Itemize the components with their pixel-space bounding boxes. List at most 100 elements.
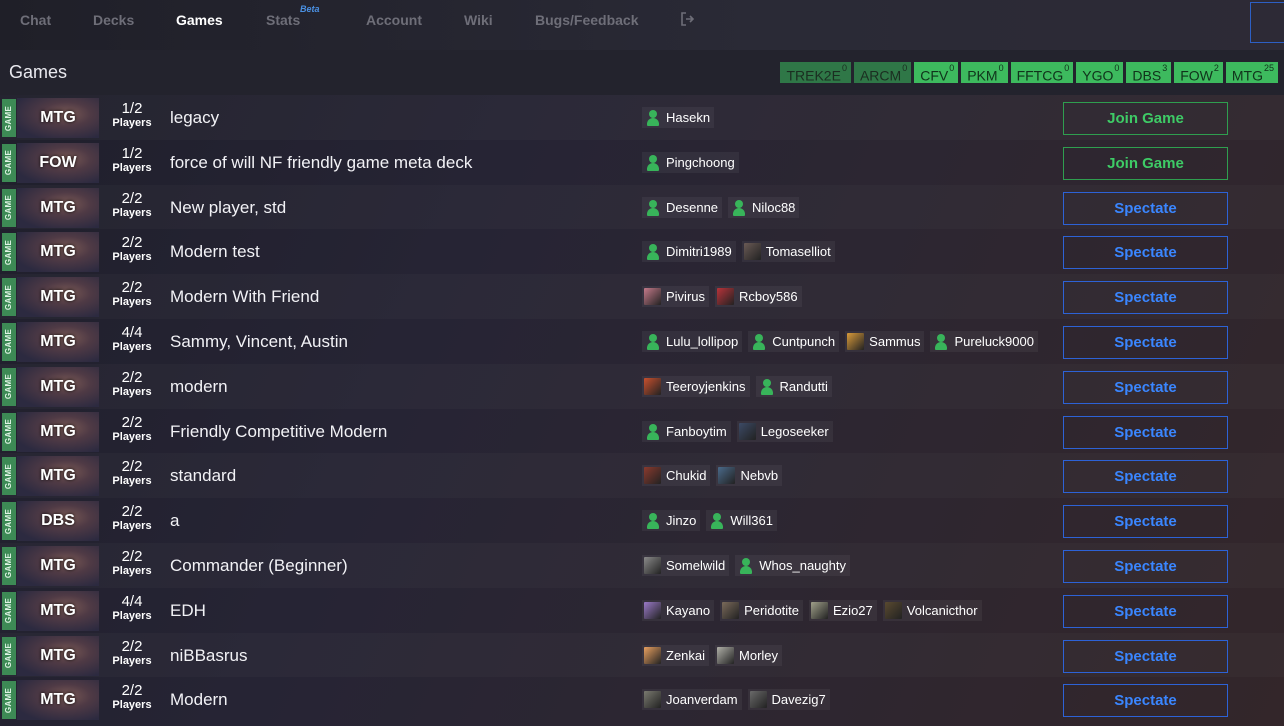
player-name: Nebvb [740, 468, 779, 484]
filter-badge-fftcg[interactable]: FFTCG0 [1010, 62, 1074, 84]
avatar [718, 467, 736, 485]
spectate-button[interactable]: Spectate [1063, 549, 1228, 583]
player-chip[interactable]: Jinzo [642, 510, 701, 532]
nav-item-label: Stats [266, 12, 301, 28]
spectate-button[interactable]: Spectate [1063, 684, 1228, 718]
player-chip[interactable]: Joanverdam [642, 689, 742, 711]
avatar [811, 601, 829, 619]
player-chip[interactable]: Pingchoong [642, 151, 739, 173]
game-row: GAME FOW 1/2 Players force of will NF fr… [0, 140, 1284, 185]
logout-icon[interactable] [680, 12, 695, 26]
players-count: 2/2 Players [112, 414, 152, 443]
player-chip[interactable]: Desenne [642, 196, 723, 218]
nav-item-label: Account [366, 12, 422, 28]
spectate-button[interactable]: Spectate [1063, 281, 1228, 315]
player-chip[interactable]: Davezig7 [747, 689, 830, 711]
players-count-value: 2/2 [121, 368, 143, 386]
players-count-label: Players [112, 475, 152, 488]
player-list: Kayano Peridotite Ezio27 Volcanicthor [642, 599, 982, 621]
filter-badge-ygo[interactable]: YGO0 [1076, 62, 1124, 84]
player-chip[interactable]: Volcanicthor [882, 599, 982, 621]
nav-item-wiki[interactable]: Wiki [464, 0, 493, 40]
player-chip[interactable]: Pureluck9000 [930, 330, 1038, 352]
player-chip[interactable]: Niloc88 [728, 196, 800, 218]
filter-badge-fow[interactable]: FOW2 [1174, 62, 1223, 84]
game-tag: GAME [2, 99, 16, 137]
player-chip[interactable]: Peridotite [720, 599, 804, 621]
join-game-button[interactable]: Join Game [1063, 146, 1228, 180]
filter-badge-pkm[interactable]: PKM0 [961, 62, 1008, 84]
player-chip[interactable]: Somelwild [642, 554, 730, 576]
game-name: Modern test [170, 242, 260, 262]
player-chip[interactable]: Fanboytim [642, 420, 731, 442]
players-count-label: Players [112, 206, 152, 219]
players-count: 2/2 Players [112, 547, 152, 577]
player-name: Fanboytim [666, 423, 727, 439]
player-chip[interactable]: Nebvb [716, 465, 783, 487]
player-chip[interactable]: Tomaselliot [741, 241, 835, 263]
nav-item-bugs-feedback[interactable]: Bugs/Feedback [535, 0, 638, 40]
player-chip[interactable]: Rcboy586 [715, 286, 802, 308]
spectate-button[interactable]: Spectate [1063, 191, 1228, 225]
player-chip[interactable]: Chukid [642, 465, 711, 487]
game-tag-label: GAME [4, 553, 14, 579]
player-chip[interactable]: Whos_naughty [735, 554, 850, 576]
players-count-label: Players [112, 161, 152, 174]
player-chip[interactable]: Pivirus [642, 286, 710, 308]
spectate-button[interactable]: Spectate [1063, 505, 1228, 539]
spectate-button[interactable]: Spectate [1063, 236, 1228, 270]
game-type-label: MTG [40, 198, 76, 216]
player-chip[interactable]: Zenkai [642, 644, 710, 666]
filter-badge-label: MTG [1231, 67, 1263, 84]
nav-user-box[interactable] [1250, 2, 1284, 43]
filter-badge-arcm[interactable]: ARCM0 [853, 62, 912, 84]
player-chip[interactable]: Legoseeker [736, 420, 833, 442]
filter-badge-count: 0 [841, 63, 847, 73]
players-count: 4/4 Players [112, 324, 152, 353]
game-tag-label: GAME [4, 687, 14, 713]
nav-item-account[interactable]: Account [366, 0, 422, 40]
spectate-button[interactable]: Spectate [1063, 639, 1228, 673]
filter-badge-dbs[interactable]: DBS3 [1126, 62, 1172, 84]
nav-item-games[interactable]: Games [176, 0, 223, 40]
player-chip[interactable]: Lulu_lollipop [642, 330, 743, 352]
nav-item-decks[interactable]: Decks [93, 0, 134, 40]
game-type-label: DBS [41, 512, 75, 530]
players-count: 2/2 Players [112, 638, 152, 667]
player-chip[interactable]: Cuntpunch [748, 330, 840, 352]
spectate-button[interactable]: Spectate [1063, 594, 1228, 628]
game-name: niBBasrus [170, 645, 248, 665]
player-chip[interactable]: Ezio27 [809, 599, 877, 621]
player-chip[interactable]: Kayano [642, 599, 715, 621]
filter-badge-cfv[interactable]: CFV0 [914, 62, 959, 84]
spectate-button[interactable]: Spectate [1063, 325, 1228, 359]
game-name: Modern [170, 690, 228, 710]
player-list: Fanboytim Legoseeker [642, 420, 833, 442]
game-type-label: MTG [40, 288, 76, 306]
player-chip[interactable]: Randutti [755, 375, 832, 397]
player-name: Sammus [869, 333, 921, 349]
game-type-art: MTG [17, 680, 99, 721]
player-chip[interactable]: Dimitri1989 [642, 241, 736, 263]
join-game-button[interactable]: Join Game [1063, 102, 1228, 135]
game-row: GAME MTG 2/2 Players New player, std Des… [0, 185, 1284, 230]
game-row: GAME MTG 1/2 Players legacy Hasekn Join … [0, 95, 1284, 140]
player-chip[interactable]: Will361 [706, 510, 777, 532]
spectate-button[interactable]: Spectate [1063, 415, 1228, 449]
player-chip[interactable]: Morley [715, 644, 783, 666]
spectate-button[interactable]: Spectate [1063, 370, 1228, 404]
players-count-value: 2/2 [121, 547, 143, 565]
nav-item-chat[interactable]: Chat [20, 0, 51, 40]
game-row: GAME MTG 2/2 Players Modern Joanverdam Da… [0, 677, 1284, 722]
game-row: GAME MTG 2/2 Players niBBasrus Zenkai Mor… [0, 633, 1284, 678]
spectate-button[interactable]: Spectate [1063, 460, 1228, 494]
players-count-value: 1/2 [121, 144, 143, 162]
player-chip[interactable]: Teeroyjenkins [642, 375, 750, 397]
nav-item-stats[interactable]: Stats Beta [266, 0, 320, 40]
filter-badge-mtg[interactable]: MTG25 [1225, 62, 1278, 84]
player-name: Whos_naughty [759, 557, 846, 573]
player-chip[interactable]: Hasekn [642, 107, 715, 128]
player-chip[interactable]: Sammus [845, 330, 925, 352]
game-name: Modern With Friend [170, 287, 320, 307]
filter-badge-trek2e[interactable]: TREK2E0 [780, 62, 851, 84]
